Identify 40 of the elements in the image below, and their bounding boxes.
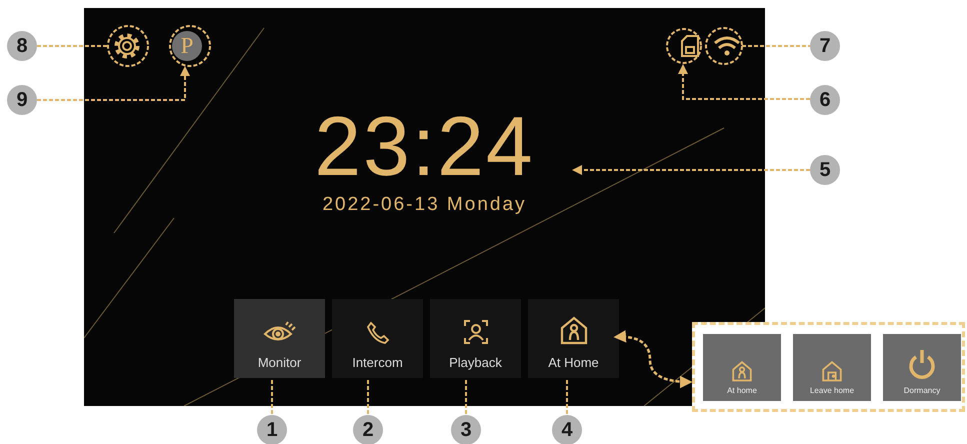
callout-number: 4 (552, 415, 582, 444)
phone-icon (366, 321, 390, 345)
wifi-icon (713, 35, 741, 57)
leader-line (37, 45, 108, 47)
mode-label: Dormancy (904, 386, 940, 395)
highlight-circle (169, 25, 211, 67)
callout-number: 1 (257, 415, 287, 444)
leader-line (566, 380, 568, 414)
clock-date: 2022-06-13 Monday (322, 194, 527, 216)
callout-number: 5 (810, 155, 840, 185)
mode-label: Leave home (810, 386, 854, 395)
callout-number: 2 (353, 415, 383, 444)
menu-button[interactable]: Intercom (332, 299, 423, 378)
highlight-circle (107, 25, 149, 67)
settings-icon[interactable] (112, 31, 142, 61)
highlight-circle (666, 28, 702, 64)
callout-number: 7 (810, 31, 840, 61)
house-person-icon (731, 360, 753, 382)
house-door-icon (821, 360, 843, 382)
mode-tile[interactable]: Leave home (793, 334, 871, 401)
callout-number: 3 (451, 415, 481, 444)
highlight-circle (705, 27, 743, 65)
menu-button[interactable]: Playback (430, 299, 521, 378)
callout-number: 6 (810, 85, 840, 115)
menu-button[interactable]: Monitor (234, 299, 325, 378)
leader-line (465, 380, 467, 414)
clock-time: 23:24 (314, 104, 535, 188)
house-person-icon (558, 315, 588, 345)
callout-number: 9 (7, 85, 37, 115)
leader-line (367, 380, 369, 414)
menu-button[interactable]: At Home (528, 299, 619, 378)
mode-tile[interactable]: Dormancy (883, 334, 961, 401)
sd-card-icon (681, 35, 699, 57)
mode-tile[interactable]: At home (703, 334, 781, 401)
leader-line (271, 380, 273, 414)
leader-line (742, 45, 810, 47)
power-icon (907, 348, 937, 382)
mode-label: At home (727, 386, 757, 395)
callout-number: 8 (7, 31, 37, 61)
face-scan-icon (462, 319, 488, 345)
